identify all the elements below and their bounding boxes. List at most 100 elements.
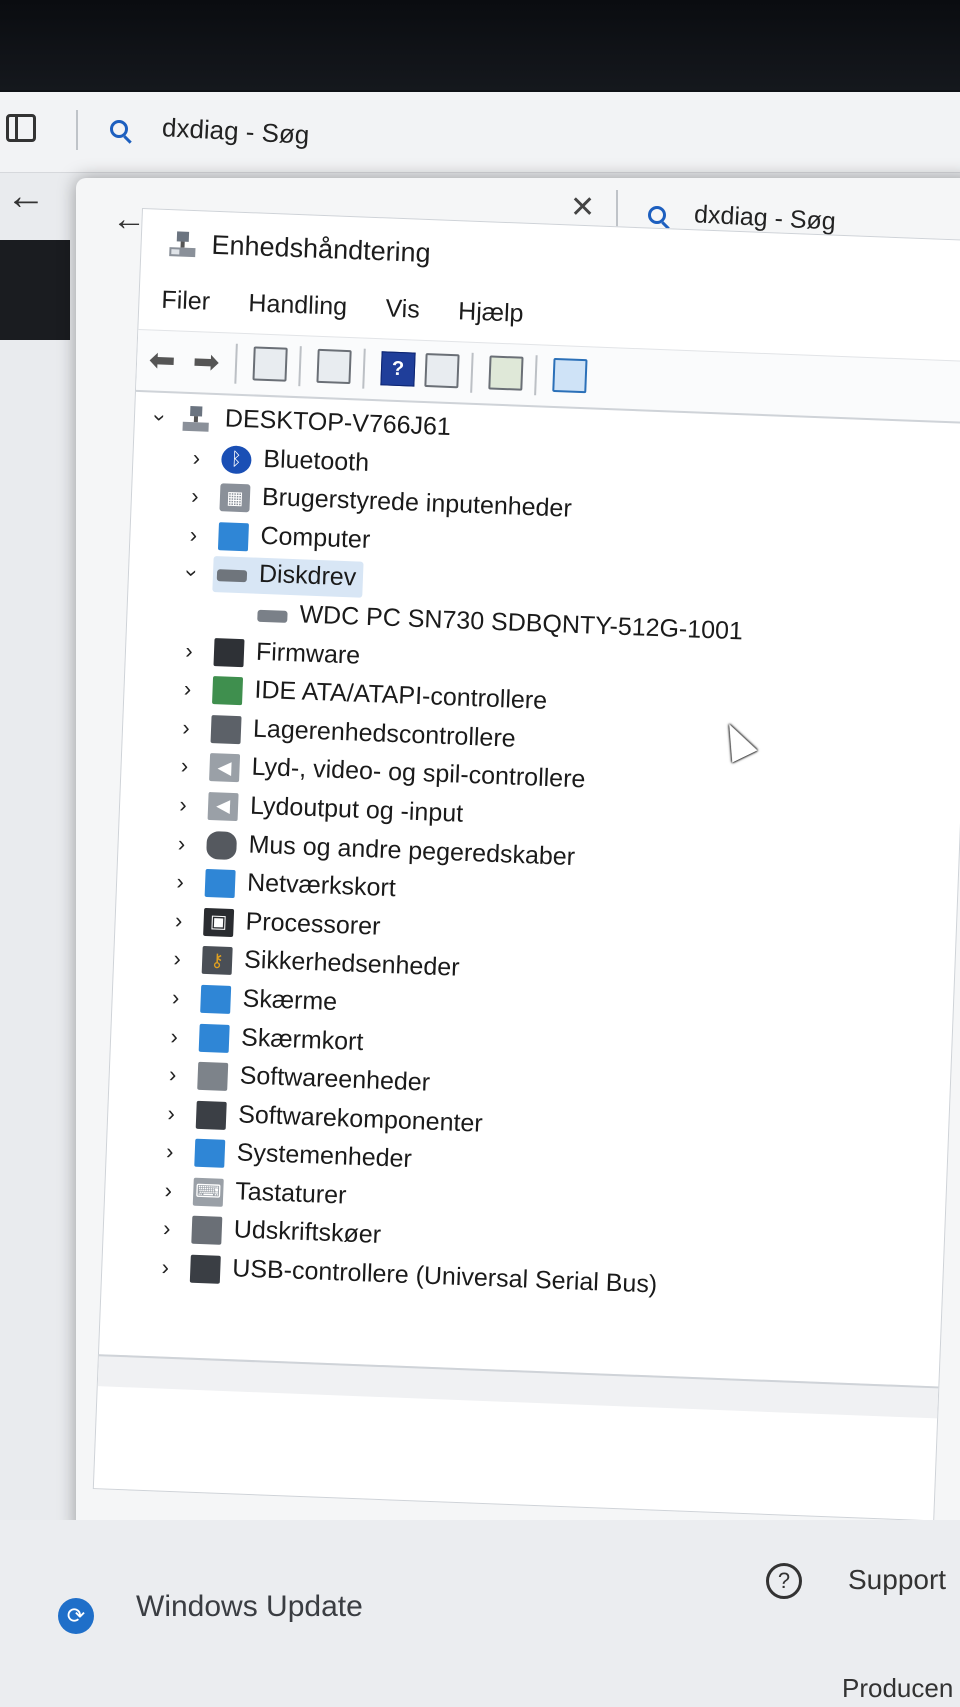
sidebar-dark-strip <box>0 240 70 340</box>
audio-io-icon: ◀ <box>207 791 239 822</box>
category-label: Firmware <box>255 637 361 670</box>
toolbar-divider <box>534 355 538 396</box>
chevron-right-icon[interactable]: › <box>180 638 199 663</box>
category-label: Netværkskort <box>246 868 397 903</box>
chevron-down-icon[interactable]: › <box>180 564 205 583</box>
chevron-right-icon[interactable]: › <box>160 1139 179 1164</box>
hid-icon: ▦ <box>219 483 251 513</box>
category-label: Skærmkort <box>240 1022 364 1056</box>
menu-view[interactable]: Vis <box>385 294 420 324</box>
chevron-right-icon[interactable]: › <box>171 869 190 894</box>
mouse-icon <box>206 830 238 860</box>
ide-controller-icon <box>212 676 244 706</box>
search-icon <box>110 120 128 138</box>
producer-link[interactable]: Producen <box>842 1673 953 1704</box>
disk-icon <box>257 609 288 623</box>
search-query[interactable]: dxdiag - Søg <box>161 112 310 151</box>
show-hide-console-tree-icon[interactable] <box>252 346 288 382</box>
sound-icon: ◀ <box>209 753 241 783</box>
back-arrow-icon[interactable]: ⬅ <box>145 341 180 378</box>
display-adapter-icon <box>198 1023 230 1053</box>
chevron-right-icon[interactable]: › <box>175 753 194 778</box>
help-circle-icon: ? <box>766 1563 802 1599</box>
update-driver-icon[interactable] <box>488 355 524 391</box>
print-queue-icon <box>191 1216 223 1246</box>
divider <box>616 190 618 230</box>
chevron-right-icon[interactable]: › <box>166 985 185 1010</box>
category-list: › ᛒ Bluetooth › ▦ Brugerstyrede inputenheder ›… <box>112 438 960 1318</box>
storage-controller-icon <box>210 714 242 744</box>
back-arrow-icon[interactable]: ← <box>6 174 46 219</box>
chevron-right-icon[interactable]: › <box>184 522 203 547</box>
window-title: Enhedshåndtering <box>211 229 432 269</box>
computer-root-icon <box>182 406 209 432</box>
search-icon <box>648 206 666 224</box>
security-device-icon: ⚷ <box>201 946 233 976</box>
chevron-right-icon[interactable]: › <box>174 792 193 817</box>
chevron-right-icon[interactable]: › <box>156 1255 175 1280</box>
category-label: Softwareenheder <box>239 1061 431 1097</box>
disk-drive-icon <box>216 569 248 583</box>
support-link[interactable]: Support <box>848 1564 946 1596</box>
chevron-right-icon[interactable]: › <box>187 445 206 470</box>
bluetooth-icon: ᛒ <box>220 444 252 474</box>
software-component-icon <box>195 1100 227 1130</box>
category-label: Tastaturer <box>234 1177 347 1210</box>
device-manager-window: Enhedshåndtering Filer Handling Vis Hjæl… <box>92 208 960 1522</box>
chevron-down-icon[interactable]: › <box>148 408 173 427</box>
category-label: Softwarekomponenter <box>237 1100 484 1138</box>
toolbar-divider <box>470 352 474 393</box>
network-adapter-icon <box>204 869 236 899</box>
device-tree: › DESKTOP-V766J61 › ᛒ Bluetooth › ▦ Brugersty… <box>112 399 960 1317</box>
chevron-right-icon[interactable]: › <box>168 946 187 971</box>
category-label: Computer <box>259 521 371 554</box>
toolbar-divider <box>234 343 238 384</box>
chevron-right-icon[interactable]: › <box>169 908 188 933</box>
scan-hardware-icon[interactable] <box>552 357 588 394</box>
help-icon[interactable]: ? <box>380 351 416 387</box>
windows-update-icon: ⟳ <box>58 1598 94 1634</box>
forward-arrow-icon[interactable]: ➡ <box>189 343 224 380</box>
software-device-icon <box>197 1061 229 1092</box>
window-layout-icon[interactable] <box>6 114 36 142</box>
computer-icon <box>217 521 249 552</box>
category-label: Bluetooth <box>262 444 370 477</box>
root-label: DESKTOP-V766J61 <box>224 404 452 442</box>
category-label: Sikkerhedsenheder <box>243 945 461 983</box>
toolbar-divider <box>362 348 366 389</box>
category-label: Systemenheder <box>236 1138 413 1174</box>
chevron-right-icon[interactable]: › <box>163 1062 182 1087</box>
chevron-right-icon[interactable]: › <box>178 676 197 701</box>
chevron-right-icon[interactable]: › <box>177 715 196 740</box>
close-icon[interactable]: ✕ <box>570 190 595 225</box>
screen-top-bezel <box>0 0 960 90</box>
menu-action[interactable]: Handling <box>248 289 348 322</box>
chevron-right-icon[interactable]: › <box>186 483 205 508</box>
device-manager-icon <box>169 231 196 258</box>
category-label: Diskdrev <box>258 560 357 592</box>
monitor-icon <box>200 984 232 1014</box>
menu-bar: Filer Handling Vis Hjælp <box>161 286 558 337</box>
chevron-right-icon[interactable]: › <box>159 1177 178 1202</box>
chevron-right-icon[interactable]: › <box>162 1100 181 1125</box>
category-label: Lydoutput og -input <box>249 791 464 828</box>
chevron-right-icon[interactable]: › <box>165 1023 184 1048</box>
show-action-pane-icon[interactable] <box>424 352 460 389</box>
settings-titlebar: dxdiag - Søg <box>0 92 960 173</box>
toolbar-divider <box>298 346 302 387</box>
processor-icon: ▣ <box>203 907 235 937</box>
menu-help[interactable]: Hjælp <box>458 297 524 328</box>
category-label: Lagerenhedscontrollere <box>252 714 517 753</box>
status-bar <box>97 1354 939 1419</box>
divider <box>76 110 78 150</box>
usb-icon <box>189 1254 221 1284</box>
category-label: Udskriftskøer <box>233 1215 382 1250</box>
menu-file[interactable]: Filer <box>161 286 211 317</box>
chevron-right-icon[interactable]: › <box>172 830 191 855</box>
properties-icon[interactable] <box>316 348 352 385</box>
chevron-right-icon[interactable]: › <box>157 1216 176 1241</box>
category-label: Processorer <box>245 907 381 941</box>
category-label: Skærme <box>242 984 338 1016</box>
firmware-icon <box>213 637 245 667</box>
windows-update-link[interactable]: Windows Update <box>136 1590 363 1624</box>
